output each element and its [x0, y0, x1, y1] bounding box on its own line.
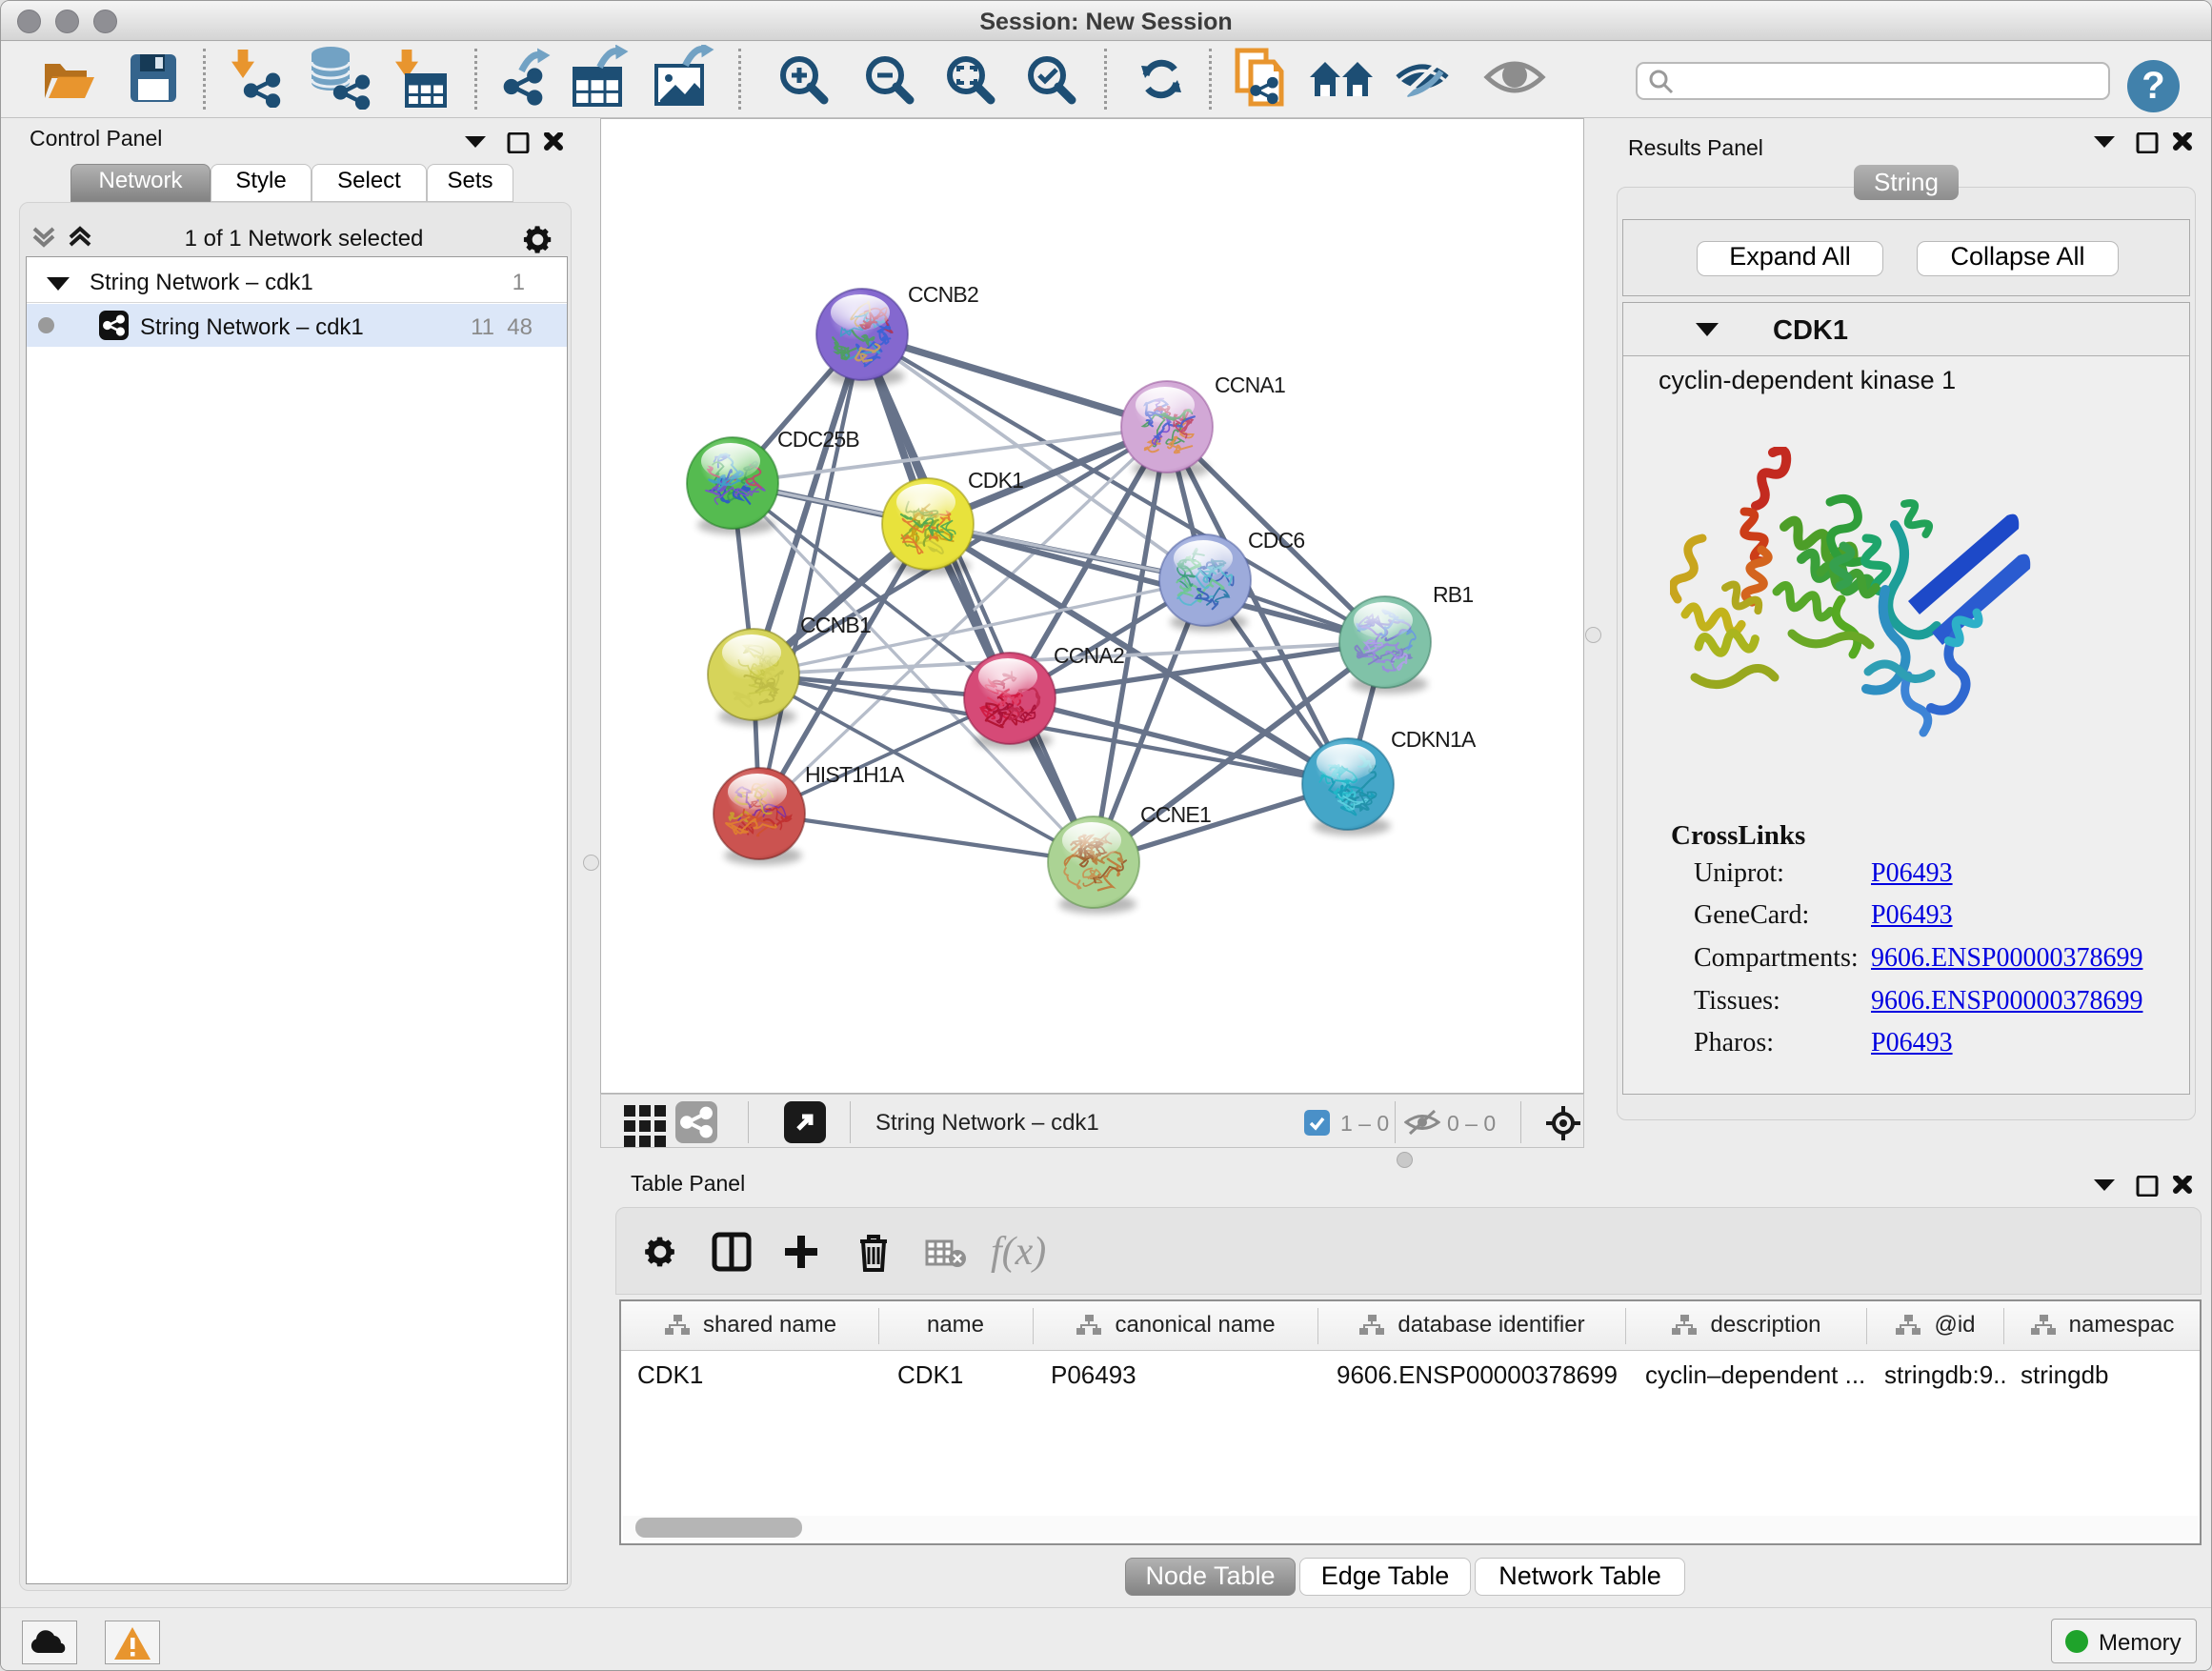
svg-text:CDC6: CDC6: [1248, 528, 1304, 553]
svg-text:CDC25B: CDC25B: [777, 427, 859, 452]
svg-text:CCNB2: CCNB2: [908, 282, 978, 307]
svg-text:CCNA2: CCNA2: [1054, 643, 1124, 668]
svg-text:CCNE1: CCNE1: [1140, 802, 1211, 827]
svg-text:CDKN1A: CDKN1A: [1391, 727, 1477, 752]
svg-text:HIST1H1A: HIST1H1A: [805, 762, 905, 787]
svg-text:CCNB1: CCNB1: [800, 613, 871, 637]
svg-text:CDK1: CDK1: [968, 468, 1023, 493]
svg-text:RB1: RB1: [1433, 582, 1473, 607]
svg-text:CCNA1: CCNA1: [1215, 372, 1285, 397]
